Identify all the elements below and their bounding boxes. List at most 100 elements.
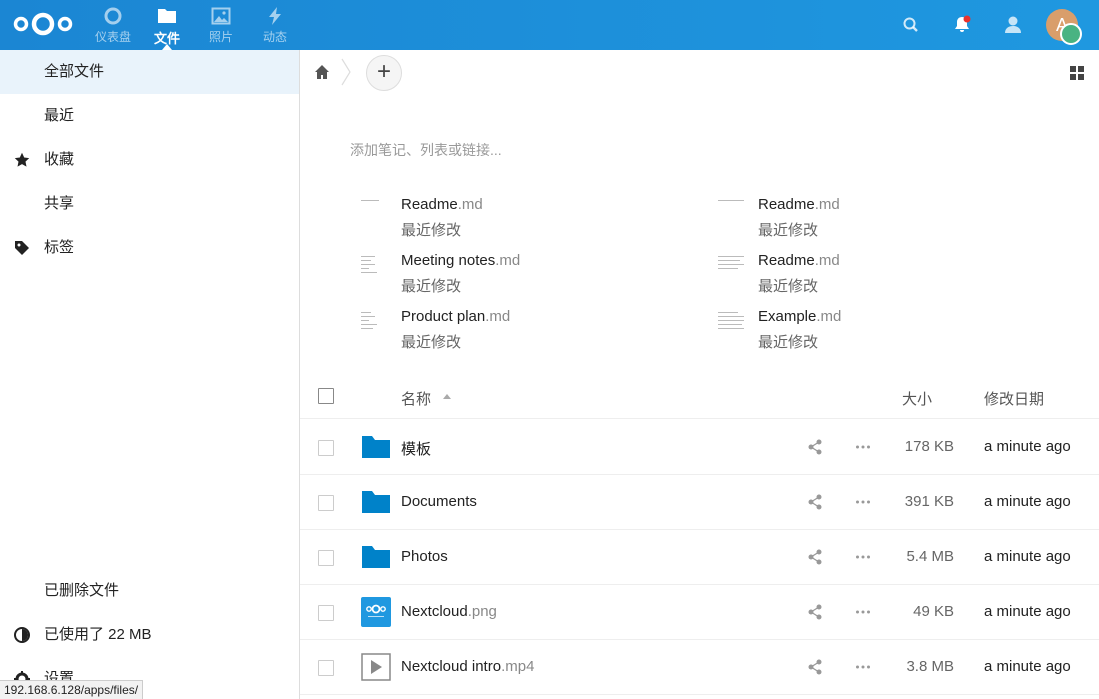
recent-file[interactable]: Meeting notes.md 最近修改 xyxy=(361,252,701,300)
recent-file-subtitle: 最近修改 xyxy=(758,278,819,295)
sidebar-item-all-files[interactable]: 全部文件 xyxy=(0,50,299,94)
app-files[interactable]: 文件 xyxy=(142,6,192,46)
document-thumbnail-icon xyxy=(718,312,744,348)
file-modified: a minute ago xyxy=(984,658,1071,675)
activity-icon xyxy=(269,7,281,25)
sidebar-item-deleted-files[interactable]: 已删除文件 xyxy=(0,569,299,613)
app-photos-label: 照片 xyxy=(208,30,233,44)
app-activity[interactable]: 动态 xyxy=(250,6,300,46)
file-row[interactable]: 模板 178 KB a minute ago xyxy=(300,420,1099,475)
recent-file[interactable]: Example.md 最近修改 xyxy=(718,308,1058,356)
file-size: 49 KB xyxy=(913,603,954,620)
column-name-header[interactable]: 名称 xyxy=(401,388,431,409)
app-activity-label: 动态 xyxy=(262,30,287,44)
row-checkbox[interactable] xyxy=(318,605,334,621)
recent-file-subtitle: 最近修改 xyxy=(401,278,462,295)
file-name[interactable]: Documents xyxy=(401,493,477,510)
image-thumbnail-icon xyxy=(361,597,391,627)
file-modified: a minute ago xyxy=(984,603,1071,620)
file-modified: a minute ago xyxy=(984,548,1071,565)
recent-file[interactable]: Product plan.md 最近修改 xyxy=(361,308,701,356)
search-icon[interactable] xyxy=(898,12,924,38)
recent-file-subtitle: 最近修改 xyxy=(401,222,462,239)
recent-file[interactable]: Readme.md 最近修改 xyxy=(718,196,1058,244)
recent-file-name: Product plan.md xyxy=(401,308,511,325)
recent-file-subtitle: 最近修改 xyxy=(758,334,819,351)
share-icon[interactable] xyxy=(807,494,823,510)
user-status-indicator xyxy=(1060,23,1082,45)
sidebar-item-label: 已删除文件 xyxy=(44,582,120,599)
breadcrumb-separator-icon xyxy=(341,58,351,86)
recent-file-name: Example.md xyxy=(758,308,842,325)
video-file-icon xyxy=(361,653,391,681)
sidebar-item-tags[interactable]: 标签 xyxy=(0,226,299,270)
sidebar-item-label: 全部文件 xyxy=(44,63,105,80)
file-name[interactable]: Photos xyxy=(401,548,448,565)
row-checkbox[interactable] xyxy=(318,440,334,456)
recent-file-name: Readme.md xyxy=(758,252,840,269)
photos-icon xyxy=(211,7,231,25)
share-icon[interactable] xyxy=(807,549,823,565)
sidebar-item-label: 最近 xyxy=(44,107,75,124)
nextcloud-logo-icon[interactable] xyxy=(12,10,74,38)
sidebar-item-shared[interactable]: 共享 xyxy=(0,182,299,226)
app-photos[interactable]: 照片 xyxy=(196,6,246,46)
sidebar-item-recent[interactable]: 最近 xyxy=(0,94,299,138)
row-checkbox[interactable] xyxy=(318,495,334,511)
file-size: 391 KB xyxy=(904,493,954,510)
row-checkbox[interactable] xyxy=(318,660,334,676)
grid-view-icon[interactable] xyxy=(1069,65,1085,81)
star-icon xyxy=(14,152,30,167)
app-dashboard-label: 仪表盘 xyxy=(94,30,131,44)
file-size: 178 KB xyxy=(904,438,954,455)
file-row[interactable]: Documents 391 KB a minute ago xyxy=(300,475,1099,530)
document-thumbnail-icon xyxy=(361,200,387,236)
dashboard-icon xyxy=(104,7,122,25)
home-icon[interactable] xyxy=(314,64,330,80)
notes-placeholder[interactable]: 添加笔记、列表或链接... xyxy=(350,140,502,160)
share-icon[interactable] xyxy=(807,604,823,620)
select-all-checkbox[interactable] xyxy=(318,388,334,404)
notifications-bell-icon[interactable] xyxy=(949,12,975,38)
share-icon[interactable] xyxy=(807,439,823,455)
contacts-icon[interactable] xyxy=(999,12,1025,38)
sidebar-item-label: 共享 xyxy=(44,195,75,212)
sidebar: 全部文件 最近 收藏 共享 标签 已删除文件 已使用了 22 MB 设置 xyxy=(0,50,300,699)
file-row[interactable]: Nextcloud intro.mp4 3.8 MB a minute ago xyxy=(300,640,1099,695)
recent-file-name: Readme.md xyxy=(758,196,840,213)
file-name[interactable]: Nextcloud.png xyxy=(401,603,497,620)
document-thumbnail-icon xyxy=(718,256,744,292)
file-size: 5.4 MB xyxy=(906,548,954,565)
tag-icon xyxy=(15,241,29,255)
quota-label: 已使用了 22 MB xyxy=(44,626,152,643)
column-modified-header[interactable]: 修改日期 xyxy=(984,388,1044,409)
row-checkbox[interactable] xyxy=(318,550,334,566)
recent-file[interactable]: Readme.md 最近修改 xyxy=(718,252,1058,300)
sidebar-item-label: 标签 xyxy=(44,239,75,256)
new-file-button[interactable]: + xyxy=(366,55,402,91)
quota-pie-icon xyxy=(14,627,30,643)
recent-file-subtitle: 最近修改 xyxy=(758,222,819,239)
folder-icon xyxy=(158,9,176,23)
sidebar-item-quota[interactable]: 已使用了 22 MB xyxy=(0,613,299,657)
document-thumbnail-icon xyxy=(718,200,744,236)
app-dashboard[interactable]: 仪表盘 xyxy=(88,6,138,46)
recent-file-subtitle: 最近修改 xyxy=(401,334,462,351)
recent-file-name: Readme.md xyxy=(401,196,483,213)
sidebar-item-favorites[interactable]: 收藏 xyxy=(0,138,299,182)
file-list-header: 名称 大小 修改日期 xyxy=(300,375,1099,419)
recent-file-name: Meeting notes.md xyxy=(401,252,521,269)
sort-ascending-icon xyxy=(443,394,451,399)
share-icon[interactable] xyxy=(807,659,823,675)
file-name[interactable]: Nextcloud intro.mp4 xyxy=(401,658,534,675)
folder-icon xyxy=(362,436,390,458)
file-row[interactable]: Nextcloud.png 49 KB a minute ago xyxy=(300,585,1099,640)
file-size: 3.8 MB xyxy=(906,658,954,675)
recent-file[interactable]: Readme.md 最近修改 xyxy=(361,196,701,244)
status-bar-url: 192.168.6.128/apps/files/ xyxy=(0,680,144,699)
file-modified: a minute ago xyxy=(984,493,1071,510)
document-thumbnail-icon xyxy=(361,312,387,348)
column-size-header[interactable]: 大小 xyxy=(902,388,932,409)
file-row[interactable]: Photos 5.4 MB a minute ago xyxy=(300,530,1099,585)
file-name[interactable]: 模板 xyxy=(401,438,431,459)
